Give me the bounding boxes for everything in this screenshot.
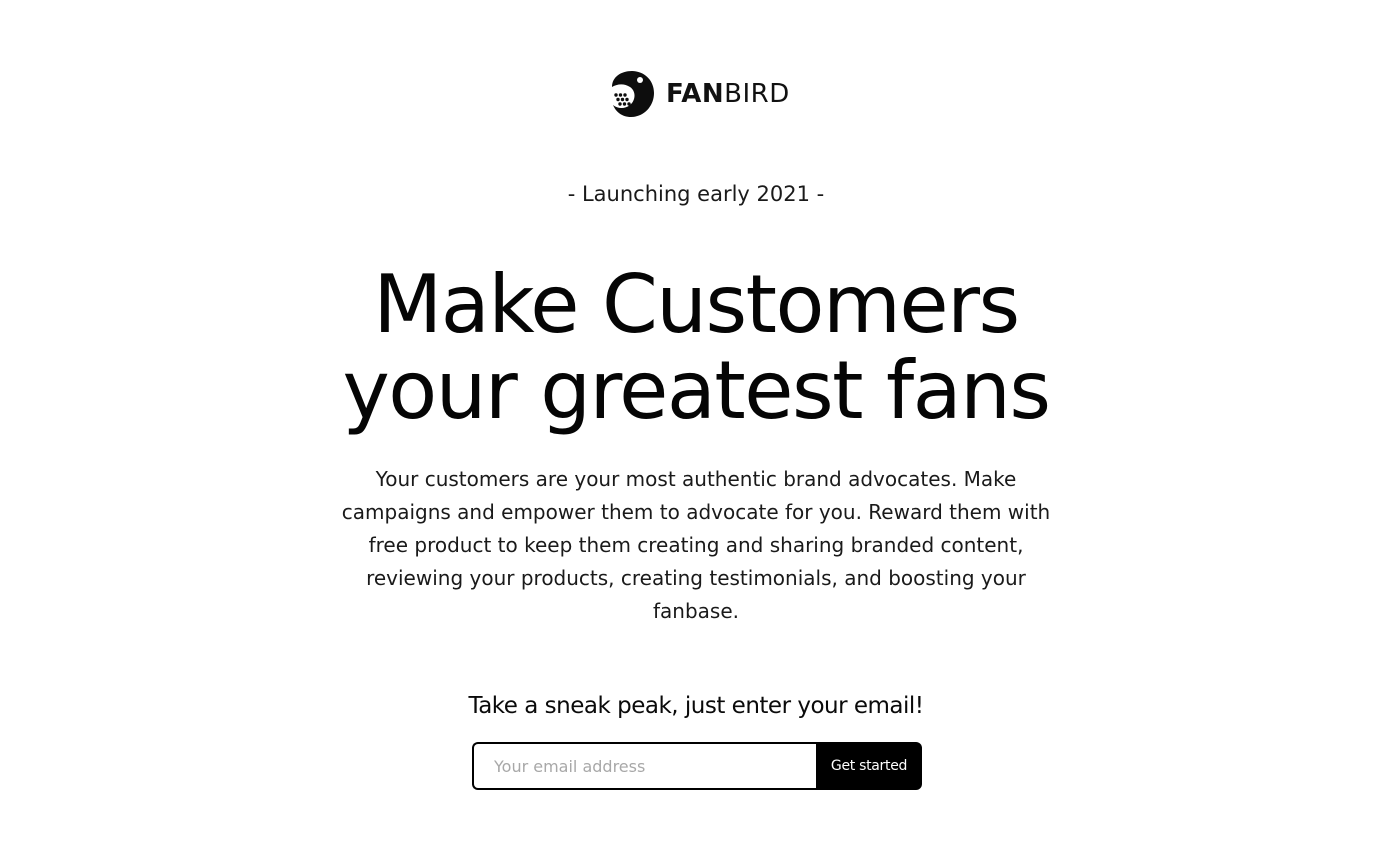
brand-wordmark: FANBIRD bbox=[666, 81, 790, 107]
email-input[interactable] bbox=[472, 742, 816, 790]
bird-icon bbox=[612, 71, 654, 117]
signup-heading: Take a sneak peak, just enter your email… bbox=[468, 693, 924, 719]
launch-tagline: - Launching early 2021 - bbox=[567, 182, 825, 206]
signup-form: Get started bbox=[472, 742, 922, 790]
hero-description: Your customers are your most authentic b… bbox=[341, 467, 1051, 623]
brand-name-light: BIRD bbox=[724, 79, 790, 109]
landing-page: FANBIRD - Launching early 2021 - Make Cu… bbox=[0, 0, 1392, 857]
get-started-button[interactable]: Get started bbox=[816, 742, 922, 790]
hero-headline: Make Customers your greatest fans bbox=[342, 258, 1051, 437]
brand-name-bold: FAN bbox=[666, 79, 725, 109]
brand-logo[interactable]: FANBIRD bbox=[608, 68, 790, 120]
